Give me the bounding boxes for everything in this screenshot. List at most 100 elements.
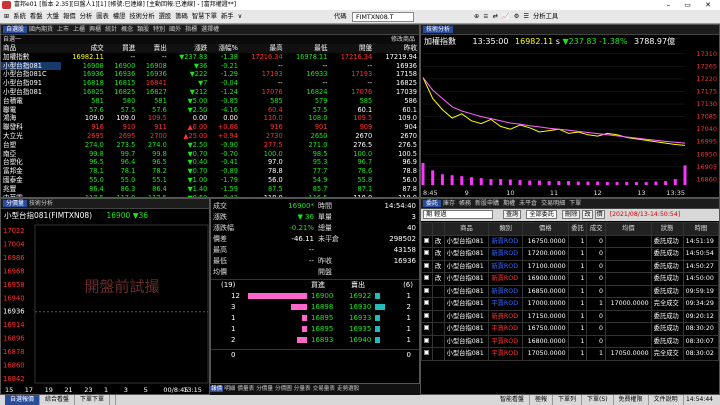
menu-item-0[interactable]: ⊞ [2, 10, 11, 23]
quote-col-header[interactable]: 昨收 [374, 44, 419, 53]
toolbar-tool-2[interactable]: ⇄ [491, 10, 500, 23]
toolbar-tool-1[interactable]: ≡ [481, 10, 490, 23]
order-checkbox-cell[interactable] [421, 334, 433, 348]
quote-row[interactable]: 小型台指091 16818 16815 16841 ▼7 -0.04 -- -- -- 16825 [1, 79, 419, 88]
order-amend-cell[interactable]: 改 [431, 259, 445, 273]
edit-symbols-button[interactable]: 修改商品 [391, 35, 415, 44]
quote-row[interactable]: 鴻海 109.0 109.0 109.5 0.00 0.00 110.0 108.0 109.5… [1, 114, 419, 123]
order-checkbox[interactable] [424, 300, 429, 305]
tick-bottom-tab[interactable]: 報價 [210, 386, 224, 392]
order-checkbox[interactable] [424, 250, 429, 255]
order-tab-5[interactable]: 未平倉 [517, 200, 539, 207]
toolbar-tool-0[interactable]: ⊕ [472, 10, 481, 23]
status-link[interactable]: 極報 [530, 395, 554, 405]
order-row[interactable]: 小型台指081 新買ROD 17150.0000 1 0 委託成功 09:20:12 [421, 309, 719, 323]
order-col-header[interactable]: 時間 [682, 222, 719, 236]
menu-item-8[interactable]: 技術分析 [127, 10, 156, 23]
tick-bottom-tab[interactable]: 分價量 [255, 386, 274, 392]
order-amend-cell[interactable]: 改 [431, 247, 445, 261]
symbol-code-input[interactable]: FIMTXN08.T [352, 12, 414, 22]
order-amend-cell[interactable] [431, 297, 445, 311]
quote-tab-4[interactable]: 興櫃 [87, 26, 103, 33]
quote-row[interactable]: 聯電 57.6 57.5 57.6 ▼2.50 -4.16 60.4 57.5 60.1 60.1 [1, 106, 419, 115]
order-tab-6[interactable]: 交易明細 [539, 200, 567, 207]
order-checkbox[interactable] [424, 275, 429, 280]
menu-item-5[interactable]: 分析 [78, 10, 95, 23]
menu-item-2[interactable]: 看盤 [28, 10, 45, 23]
quote-tab-9[interactable]: 國外 [167, 26, 183, 33]
quote-tab-10[interactable]: 指標 [183, 26, 199, 33]
tick-bottom-tab[interactable]: 明細 [223, 386, 236, 392]
order-checkbox-cell[interactable] [421, 259, 433, 273]
quote-tab-3[interactable]: 上櫃 [71, 26, 87, 33]
order-tab-4[interactable]: 期權 [501, 200, 517, 207]
status-link[interactable]: 智能看盤 [495, 395, 531, 405]
order-checkbox[interactable] [424, 237, 429, 243]
quote-col-header[interactable]: 漲跌 [168, 44, 210, 53]
order-row[interactable]: 小型台指081 平賣ROD 17000.0000 1 1 17000.0000 完全成交 09… [421, 297, 719, 311]
order-row[interactable]: 改小型台指081 新賣ROD 16900.0000 1 0 委託成功 14:50:00 [421, 272, 719, 286]
menu-item-11[interactable]: 智慧下單 [190, 10, 219, 23]
quote-col-header[interactable]: 賣出 [137, 44, 169, 53]
status-tab[interactable]: 自選報價 [5, 395, 41, 405]
quote-row[interactable]: 台塑 274.0 273.5 274.0 ▼2.50 -0.90 277.5 271.0 276… [1, 141, 419, 150]
quote-row[interactable]: 小型台指081 16825 16825 16827 ▼212 -1.24 17076 1682… [1, 88, 419, 97]
query-button[interactable]: 查詢 [502, 210, 522, 219]
order-checkbox[interactable] [424, 262, 429, 268]
order-col-header[interactable] [421, 222, 433, 236]
order-amend-cell[interactable] [431, 347, 445, 361]
window-controls[interactable]: – ▭ ✕ [667, 0, 717, 10]
order-tab-3[interactable]: 新股申購 [473, 200, 501, 207]
toolbar-tool-6[interactable]: 分析工具 [531, 10, 560, 23]
order-tab-1[interactable]: 庫存 [441, 200, 457, 207]
quote-tab-11[interactable]: 選擇權 [199, 26, 221, 33]
tab-price-volume[interactable]: 分價量 [3, 200, 28, 207]
menu-item-3[interactable]: 大盤 [44, 10, 61, 23]
order-amend-cell[interactable] [431, 322, 445, 336]
order-checkbox-cell[interactable] [421, 309, 433, 323]
order-col-header[interactable]: 類別 [488, 222, 524, 236]
status-link[interactable]: 文件說明 [649, 395, 684, 405]
order-checkbox-cell[interactable] [421, 247, 433, 261]
quote-row[interactable]: 國泰金 55.0 55.0 55.1 ▼1.00 -1.79 56.0 54.9 55.8 56.… [1, 176, 419, 185]
order-col-header[interactable] [431, 222, 445, 236]
account-select[interactable]: 期 輕過 [423, 210, 493, 219]
order-amend-cell[interactable] [431, 334, 445, 348]
order-row[interactable]: 改小型台指081 新賣ROD 17100.0000 1 0 委託成功 14:50:27 [421, 259, 719, 273]
order-tab-7[interactable]: 下單 [567, 200, 583, 207]
quote-tab-5[interactable]: 統計 [103, 26, 119, 33]
quote-tab-2[interactable]: 上市 [55, 26, 71, 33]
quote-row[interactable]: 台積電 581 580 581 ▼5.00 -0.85 585 579 585 586 [1, 97, 419, 106]
menu-item-10[interactable]: 籌碼 [173, 10, 190, 23]
quote-col-header[interactable]: 最低 [284, 44, 330, 53]
order-col-header[interactable]: 狀態 [650, 222, 684, 236]
quote-row[interactable]: 大立光 2695 2695 2700 ▲25.00 +0.94 2730 2650 2670 26… [1, 132, 419, 141]
watchlist-name[interactable]: 自選一 [3, 36, 21, 43]
quote-row[interactable]: 富邦金 78.1 78.1 78.2 ▼0.70 -0.89 78.8 77.7 78.6 78.… [1, 167, 419, 176]
order-tab-2[interactable]: 帳務 [457, 200, 473, 207]
tick-bottom-tab[interactable]: 價量表 [236, 386, 255, 392]
order-checkbox-cell[interactable] [421, 297, 433, 311]
order-checkbox-cell[interactable] [421, 234, 433, 248]
quote-row[interactable]: 兆豐 86.4 86.3 86.4 ▼1.40 -1.59 87.5 85.7 87.1 87.8 [1, 185, 419, 194]
toolbar-tool-5[interactable]: ☰ [521, 10, 531, 23]
menu-item-4[interactable]: 報價 [61, 10, 78, 23]
change-button[interactable]: 改 [582, 210, 593, 219]
delete-button[interactable]: 刪除 [562, 210, 581, 219]
status-tab[interactable]: 綜合看盤 [40, 395, 76, 405]
order-checkbox-cell[interactable] [421, 272, 433, 286]
toolbar-tool-4[interactable]: ⚙ [512, 10, 522, 23]
order-checkbox-cell[interactable] [421, 347, 433, 361]
order-checkbox[interactable] [424, 312, 429, 318]
tick-bottom-tab[interactable]: 走勢選股 [336, 386, 360, 392]
tab-technical-2[interactable]: 技術分析 [27, 200, 55, 207]
order-col-header[interactable]: 成交 [586, 222, 606, 236]
order-col-header[interactable]: 商品 [443, 222, 490, 236]
quote-col-header[interactable]: 成交 [61, 44, 106, 53]
status-link[interactable]: 下單(S) [582, 395, 614, 405]
tick-bottom-tab[interactable]: 交易量表 [312, 386, 336, 392]
order-checkbox[interactable] [424, 325, 429, 330]
quote-col-header[interactable]: 最高 [239, 44, 285, 53]
quote-row[interactable]: 南亞 99.8 99.7 99.8 ▼0.70 -0.70 100.0 98.5 100.0 10… [1, 150, 419, 159]
order-amend-cell[interactable]: 改 [431, 272, 445, 286]
